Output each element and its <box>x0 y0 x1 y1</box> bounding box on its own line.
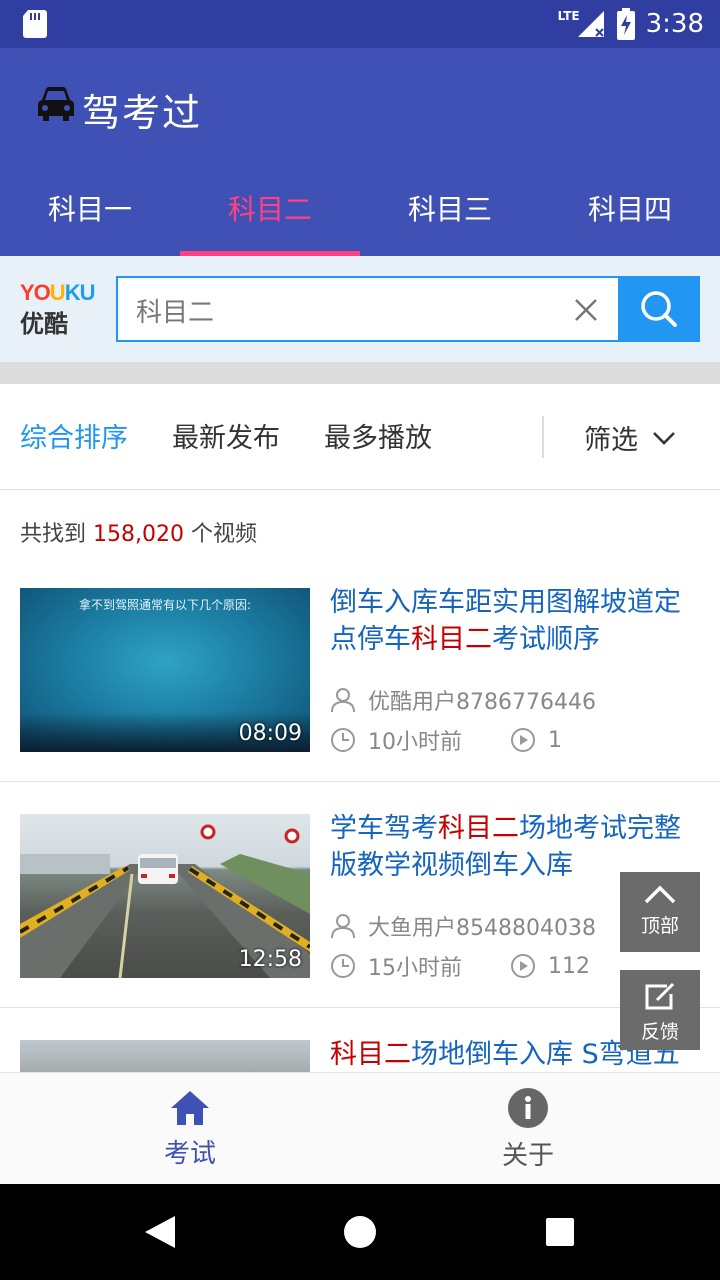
video-plays: 1 <box>548 727 562 753</box>
video-duration: 12:58 <box>238 947 302 972</box>
tab-subject-1[interactable]: 科目一 <box>0 160 180 256</box>
nav-about[interactable]: 关于 <box>348 1073 708 1185</box>
video-stats-row: 15小时前 112 <box>330 950 590 982</box>
video-title[interactable]: 倒车入库车距实用图解坡道定点停车科目二考试顺序 <box>330 584 700 658</box>
chevron-up-icon <box>644 885 676 904</box>
youku-logo: YOUKU 优酷 <box>20 280 100 340</box>
search-button[interactable] <box>618 276 700 342</box>
title-highlight: 科目二 <box>411 624 492 655</box>
section-divider <box>0 362 720 384</box>
nav-about-label: 关于 <box>501 1140 554 1171</box>
video-stats-row: 10小时前 1 <box>330 724 562 756</box>
title-highlight: 科目二 <box>438 813 519 844</box>
filter-label: 筛选 <box>584 425 638 456</box>
home-circle-icon[interactable] <box>343 1215 377 1249</box>
clock-icon <box>331 954 355 978</box>
clock-icon <box>331 728 355 752</box>
system-nav-bar <box>0 1184 720 1280</box>
recents-icon[interactable] <box>545 1217 575 1247</box>
back-icon[interactable] <box>143 1214 177 1250</box>
car-icon <box>38 87 74 121</box>
search-icon <box>641 291 677 327</box>
back-to-top-label: 顶部 <box>640 915 679 937</box>
video-author-row: 优酷用户8786776446 <box>330 684 596 716</box>
clear-icon[interactable] <box>570 294 602 326</box>
app-screen: LTE 3:38 驾考过 科目一 科目二 科目三 科目四 YOUKU 优酷 科目… <box>0 0 720 1280</box>
tab-subject-3[interactable]: 科目三 <box>360 160 540 256</box>
tab-subject-2[interactable]: 科目二 <box>180 160 360 256</box>
user-icon <box>331 688 355 713</box>
search-bar: YOUKU 优酷 <box>0 256 720 362</box>
user-icon <box>331 914 355 939</box>
nav-exam[interactable]: 考试 <box>10 1073 370 1185</box>
sort-comprehensive[interactable]: 综合排序 <box>20 416 128 455</box>
back-to-top-button[interactable]: 顶部 <box>620 872 700 952</box>
play-count-icon <box>511 954 535 978</box>
result-prefix: 共找到 <box>20 522 87 547</box>
video-author-row: 大鱼用户8548804038 <box>330 910 596 942</box>
video-duration: 08:09 <box>238 721 302 746</box>
edit-icon <box>645 982 675 1010</box>
video-time: 15小时前 <box>368 956 462 981</box>
title-highlight: 科目二 <box>330 1039 411 1070</box>
search-input[interactable] <box>136 286 556 334</box>
youku-logo-en: YOUKU <box>20 280 95 305</box>
app-bar: 驾考过 <box>0 48 720 160</box>
video-time: 10小时前 <box>368 730 462 755</box>
search-box <box>116 276 700 342</box>
play-count-icon <box>511 728 535 752</box>
video-thumbnail[interactable]: 12:58 <box>20 814 310 978</box>
title-text: 考试顺序 <box>492 624 600 655</box>
sort-bar: 综合排序 最新发布 最多播放 筛选 <box>0 384 720 490</box>
thumbnail-caption: 拿不到驾照通常有以下几个原因: <box>78 598 252 612</box>
clock: 3:38 <box>645 9 704 39</box>
sort-newest[interactable]: 最新发布 <box>172 416 280 455</box>
subject-tabs: 科目一 科目二 科目三 科目四 <box>0 160 720 256</box>
signal-icon <box>577 11 604 37</box>
battery-charging-icon <box>616 8 635 40</box>
video-thumbnail[interactable]: 拿不到驾照通常有以下几个原因: 08:09 <box>20 588 310 752</box>
feedback-button[interactable]: 反馈 <box>620 970 700 1050</box>
video-item[interactable]: 12:58 学车驾考科目二场地考试完整版教学视频倒车入库 大鱼用户8548804… <box>0 782 720 1008</box>
status-bar: LTE 3:38 <box>0 0 720 48</box>
title-text: 学车驾考 <box>330 813 438 844</box>
nav-exam-label: 考试 <box>163 1138 216 1169</box>
chevron-down-icon <box>653 431 675 445</box>
sd-card-icon <box>23 10 47 38</box>
filter-button[interactable]: 筛选 <box>584 418 676 457</box>
tab-subject-4[interactable]: 科目四 <box>540 160 720 256</box>
video-item[interactable]: 拿不到驾照通常有以下几个原因: 08:09 倒车入库车距实用图解坡道定点停车科目… <box>0 556 720 782</box>
result-count: 共找到 158,020 个视频 <box>20 516 257 548</box>
youku-logo-cn: 优酷 <box>20 310 68 338</box>
result-suffix: 个视频 <box>191 522 258 547</box>
video-plays: 112 <box>548 953 590 979</box>
result-number: 158,020 <box>93 522 184 547</box>
info-icon <box>508 1087 548 1128</box>
video-author: 大鱼用户8548804038 <box>368 916 596 941</box>
network-type: LTE <box>557 9 580 23</box>
video-author: 优酷用户8786776446 <box>368 690 596 715</box>
home-icon <box>171 1090 209 1125</box>
app-title: 驾考过 <box>82 91 203 135</box>
feedback-label: 反馈 <box>640 1021 679 1043</box>
bottom-nav: 考试 关于 <box>0 1072 720 1184</box>
sort-divider <box>542 416 544 458</box>
sort-most-played[interactable]: 最多播放 <box>324 416 432 455</box>
